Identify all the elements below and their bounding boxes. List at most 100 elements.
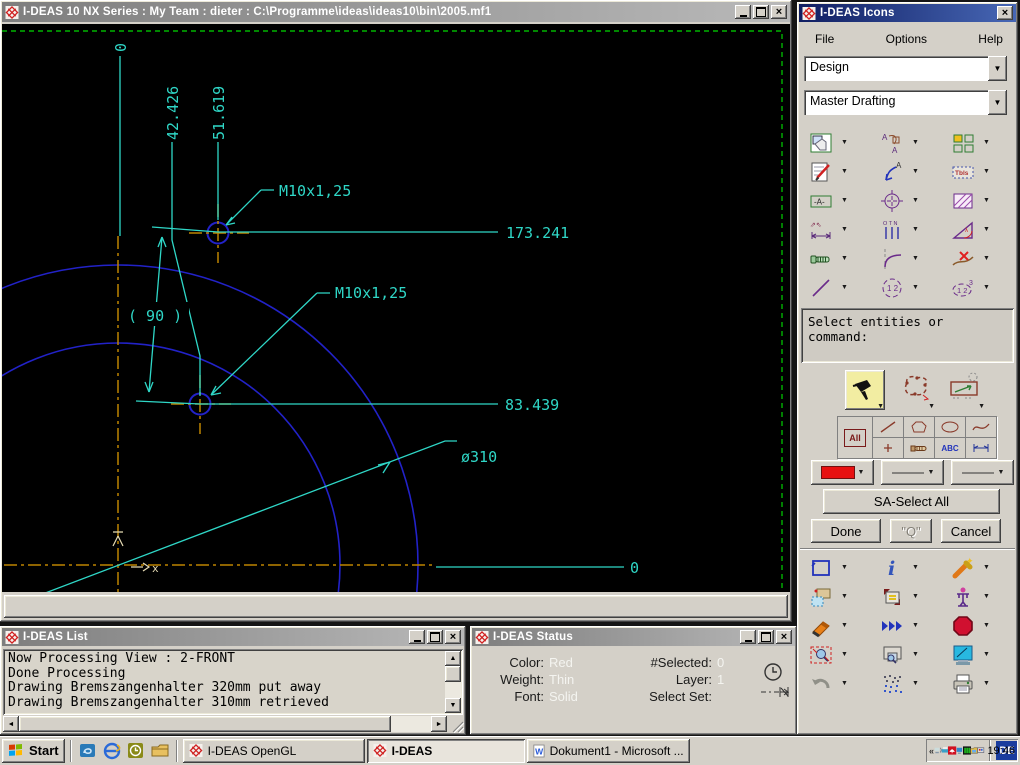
filter-thread[interactable] (904, 438, 934, 458)
pick-tool-button[interactable]: ▼ (845, 370, 885, 410)
select-all-button[interactable]: SA-Select All (823, 489, 1000, 514)
thread-icon[interactable] (809, 247, 833, 271)
menu-options[interactable]: Options (882, 30, 931, 48)
leader-arrow-icon[interactable]: A (880, 160, 904, 184)
color-combo[interactable]: ▼ (811, 460, 874, 485)
dim-83-439[interactable]: 83.439 (505, 396, 559, 414)
status-window-titlebar[interactable]: I-DEAS Status × (472, 628, 795, 646)
chevron-down-icon[interactable]: ▼ (841, 197, 848, 204)
scheduler-icon[interactable] (125, 740, 147, 762)
task-ideas[interactable]: I-DEAS (366, 738, 525, 763)
copy-text-icon[interactable]: AA (880, 131, 904, 155)
main-window-titlebar[interactable]: I-DEAS 10 NX Series : My Team : dieter :… (2, 2, 790, 22)
chevron-down-icon[interactable]: ▼ (988, 90, 1007, 115)
fast-forward-icon[interactable] (880, 614, 904, 638)
maximize-button[interactable] (758, 630, 774, 644)
clock-icon[interactable] (763, 662, 783, 682)
rectangle-icon[interactable] (809, 556, 833, 580)
list-horizontal-scrollbar[interactable]: ◄ ► (3, 716, 447, 732)
scroll-up-arrow[interactable]: ▲ (445, 651, 461, 666)
hatch-icon[interactable] (951, 189, 975, 213)
minimize-button[interactable] (735, 5, 751, 19)
copy-clipboard-icon[interactable] (809, 585, 833, 609)
internet-explorer-icon[interactable] (101, 740, 123, 762)
delete-curve-icon[interactable] (951, 247, 975, 271)
shade-dots-icon[interactable] (880, 672, 904, 696)
chevron-down-icon[interactable]: ▼ (983, 197, 990, 204)
chevron-down-icon[interactable]: ▼ (841, 680, 848, 687)
done-button[interactable]: Done (811, 519, 881, 543)
chevron-down-icon[interactable]: ▼ (912, 622, 919, 629)
prompt-box[interactable]: Select entities or command: (801, 308, 1014, 363)
minimize-button[interactable] (409, 630, 425, 644)
chevron-down-icon[interactable]: ▼ (912, 284, 919, 291)
centerlines[interactable] (4, 204, 436, 592)
task-combo[interactable]: Master Drafting ▼ (804, 90, 1007, 115)
filter-spline[interactable] (966, 417, 996, 437)
chevron-down-icon[interactable]: ▼ (912, 680, 919, 687)
line-icon[interactable] (809, 276, 833, 300)
filter-dimension[interactable] (966, 438, 996, 458)
dim-51-619[interactable]: 51.619 (210, 86, 228, 140)
close-button[interactable]: × (776, 630, 792, 644)
task-word-document[interactable]: W Dokument1 - Microsoft ... (526, 738, 690, 763)
filter-point[interactable] (873, 438, 903, 458)
ordinate-zero-right[interactable]: 0 (630, 559, 639, 577)
dim-42-426[interactable]: 42.426 (164, 86, 182, 140)
ordinate-dimension-icon[interactable]: O T N (880, 218, 904, 242)
chevron-down-icon[interactable]: ▼ (983, 284, 990, 291)
icons-panel-titlebar[interactable]: I-DEAS Icons × (799, 4, 1016, 22)
icons-panel-close-button[interactable]: × (997, 6, 1013, 20)
chevron-down-icon[interactable]: ▼ (877, 403, 884, 410)
task-ideas-opengl[interactable]: I-DEAS OpenGL (182, 738, 365, 763)
list-vertical-scrollbar[interactable]: ▲ ▼ (445, 651, 461, 713)
chevron-down-icon[interactable]: ▼ (841, 255, 848, 262)
chevron-down-icon[interactable]: ▼ (841, 226, 848, 233)
fillet-icon[interactable] (880, 247, 904, 271)
chevron-down-icon[interactable]: ▼ (983, 680, 990, 687)
zoom-window-icon[interactable] (880, 643, 904, 667)
folder-icon[interactable] (149, 740, 171, 762)
manage-bins-icon[interactable] (880, 585, 904, 609)
filter-line[interactable] (873, 417, 903, 437)
chevron-down-icon[interactable]: ▼ (841, 564, 848, 571)
edit-sheet-icon[interactable] (809, 160, 833, 184)
chevron-down-icon[interactable]: ▼ (841, 593, 848, 600)
dim-90[interactable]: ( 90 ) (128, 307, 182, 325)
chevron-down-icon[interactable]: ▼ (983, 168, 990, 175)
q-button[interactable]: "Q" (890, 519, 932, 543)
list-content[interactable]: Now Processing View : 2-FRONT Done Proce… (3, 649, 463, 715)
angle-dimension-icon[interactable]: λ (951, 218, 975, 242)
redisplay-monitor-icon[interactable] (951, 643, 975, 667)
resize-grip[interactable] (450, 719, 464, 733)
maximize-button[interactable] (427, 630, 443, 644)
menu-file[interactable]: File (811, 30, 838, 48)
zoom-selection-icon[interactable] (809, 643, 833, 667)
filter-polygon[interactable] (904, 417, 934, 437)
chevron-down-icon[interactable]: ▼ (978, 403, 985, 410)
chevron-down-icon[interactable]: ▼ (912, 168, 919, 175)
start-button[interactable]: Start (2, 738, 65, 763)
chevron-down-icon[interactable]: ▼ (912, 197, 919, 204)
filter-all[interactable]: All (838, 417, 872, 458)
maximize-button[interactable] (753, 5, 769, 19)
info-icon[interactable]: i (880, 556, 904, 580)
line-weight-combo[interactable]: ▼ (951, 460, 1014, 485)
chevron-down-icon[interactable]: ▼ (841, 651, 848, 658)
chevron-down-icon[interactable]: ▼ (841, 622, 848, 629)
lasso-select-button[interactable]: ▼ (899, 371, 935, 410)
eraser-icon[interactable] (809, 614, 833, 638)
stop-icon[interactable] (951, 614, 975, 638)
table-icon[interactable]: Tbls (951, 160, 975, 184)
scroll-left-arrow[interactable]: ◄ (3, 716, 19, 732)
zone-select-button[interactable]: ▼ (947, 371, 985, 410)
chevron-down-icon[interactable]: ▼ (983, 564, 990, 571)
dia-310[interactable]: ø310 (461, 448, 497, 466)
undo-icon[interactable] (809, 672, 833, 696)
center-mark-icon[interactable] (880, 189, 904, 213)
dimension-icon[interactable]: ⇗⇖ (809, 218, 833, 242)
tray-clock[interactable]: 19:46 (987, 745, 1015, 757)
app-shortcut-icon[interactable] (77, 740, 99, 762)
close-button[interactable]: × (445, 630, 461, 644)
thread-label-1[interactable]: M10x1,25 (279, 182, 351, 200)
